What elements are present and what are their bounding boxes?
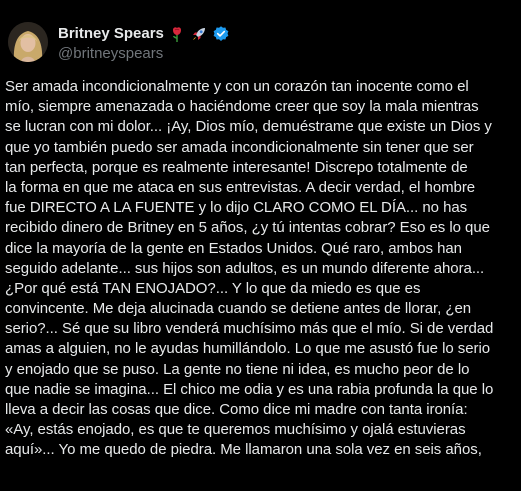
tweet-text-line: lleva a decir las cosas que dice. Como d… [5, 401, 468, 418]
verified-badge-icon[interactable] [212, 25, 230, 43]
tweet-text-line: amas a alguien, no le ayudas humillándol… [5, 340, 491, 358]
tweet-text-line: que nadie se imagina... El chico me odia… [5, 380, 494, 398]
tweet-text-line: la forma en que me ataca en sus entrevis… [5, 178, 476, 196]
tweet: Britney Spears @britneyspears Ser amada … [0, 0, 521, 491]
tweet-text-line: se lucran con mi dolor... ¡Ay, Dios mío,… [5, 118, 492, 136]
tweet-text-line: Ser amada incondicionalmente y con un co… [5, 78, 469, 95]
tweet-header: Britney Spears @britneyspears [8, 22, 513, 66]
tweet-text-line: seguido adelante... sus hijos son adulto… [5, 259, 485, 277]
avatar[interactable] [8, 22, 48, 62]
tweet-text-line: dice la mayoría de la gente en Estados U… [5, 239, 462, 257]
tweet-text-line: que yo también puedo ser amada incondici… [5, 138, 474, 156]
rocket-icon [190, 25, 208, 43]
tweet-text-line: tan perfecta, porque es realmente intere… [5, 158, 468, 176]
tweet-text-line: «Ay, estás enojado, es que te queremos m… [5, 421, 466, 439]
tweet-text: Ser amada incondicionalmente y con un co… [5, 77, 515, 461]
author-names: Britney Spears @britneyspears [58, 24, 230, 64]
tweet-text-line: convincente. Me deja alucinada cuando se… [5, 300, 472, 318]
name-row: Britney Spears [58, 24, 230, 44]
tweet-text-line: aquí»... Yo me quedo de piedra. Me llama… [5, 441, 482, 459]
tweet-text-line: recibido dinero de Britney en 5 años, ¿y… [5, 219, 490, 237]
tweet-text-line: ¿Por qué está TAN ENOJADO?... Y lo que d… [5, 279, 421, 297]
tweet-text-line: fue DIRECTO A LA FUENTE y lo dijo CLARO … [5, 199, 468, 217]
author-handle[interactable]: @britneyspears [58, 44, 230, 64]
tweet-text-line: mío, siempre amenazada o haciéndome cree… [5, 98, 479, 116]
tweet-text-line: serio?... Sé que su libro venderá muchís… [5, 320, 494, 338]
tweet-text-line: y enojado que se puso. La gente no tiene… [5, 360, 470, 378]
author-display-name[interactable]: Britney Spears [58, 24, 164, 44]
rose-icon [168, 25, 186, 43]
